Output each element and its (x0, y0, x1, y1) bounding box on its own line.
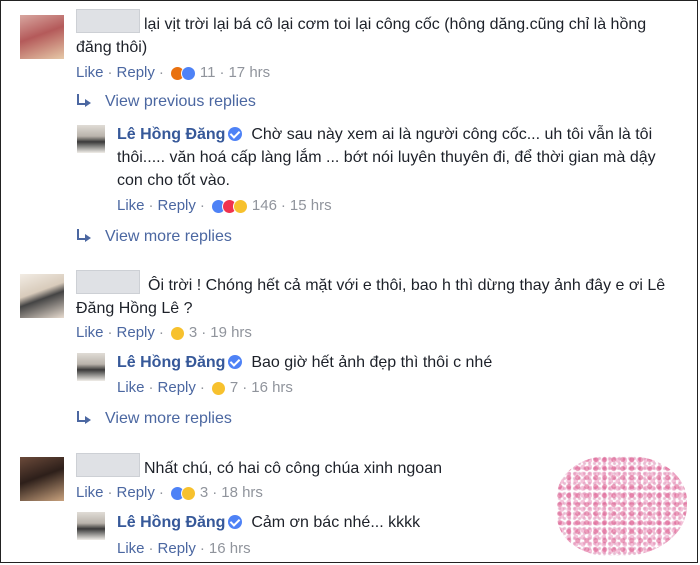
avatar[interactable] (20, 15, 64, 59)
timestamp[interactable]: 19 hrs (210, 323, 252, 343)
reply-body: Bao giờ hết ảnh đẹp thì thôi c nhé (251, 354, 493, 371)
like-link[interactable]: Like (76, 63, 104, 83)
separator: · (158, 324, 164, 341)
like-reaction-icon (180, 65, 196, 81)
separator: · (148, 540, 154, 557)
view-previous-replies[interactable]: View previous replies (73, 92, 256, 112)
reply-text: Lê Hồng Đăng Cảm ơn bác nhé... kkkk (117, 511, 547, 534)
view-more-replies-label[interactable]: View more replies (105, 228, 232, 246)
like-link[interactable]: Like (117, 378, 145, 398)
reactions[interactable] (169, 325, 185, 341)
like-link[interactable]: Like (117, 196, 145, 216)
separator: · (148, 379, 154, 396)
reply-link[interactable]: Reply (117, 63, 155, 83)
reaction-count[interactable]: 7 (230, 378, 238, 398)
separator: · (280, 197, 286, 214)
reply-link[interactable]: Reply (117, 483, 155, 503)
comment-thread: lại vịt trời lại bá cô lại cơm toi lại c… (0, 0, 698, 563)
reply-author[interactable]: Lê Hồng Đăng (117, 514, 225, 531)
reply-link[interactable]: Reply (158, 378, 196, 398)
avatar[interactable] (77, 353, 105, 381)
reply-author[interactable]: Lê Hồng Đăng (117, 354, 225, 371)
reply-actions: Like · Reply · 7 · 16 hrs (117, 378, 293, 398)
view-more-replies[interactable]: View more replies (73, 409, 232, 429)
haha-reaction-icon (169, 325, 185, 341)
view-more-replies[interactable]: View more replies (73, 227, 232, 247)
reactions[interactable] (210, 380, 226, 396)
avatar[interactable] (20, 457, 64, 501)
verified-badge-icon (228, 515, 243, 529)
reactions[interactable] (210, 198, 248, 214)
separator: · (242, 379, 248, 396)
reply-text: Lê Hồng Đăng Chờ sau này xem ai là người… (117, 123, 657, 192)
reply-link[interactable]: Reply (158, 539, 196, 559)
reply-actions: Like · Reply · 16 hrs (117, 539, 251, 559)
timestamp[interactable]: 18 hrs (221, 483, 263, 503)
timestamp[interactable]: 16 hrs (209, 539, 251, 559)
reply-link[interactable]: Reply (158, 196, 196, 216)
reactions[interactable] (169, 485, 196, 501)
avatar[interactable] (20, 274, 64, 318)
verified-badge-icon (228, 127, 243, 141)
reaction-count[interactable]: 3 (200, 483, 208, 503)
view-previous-replies-label[interactable]: View previous replies (105, 93, 256, 111)
comment-actions: Like · Reply · 3 · 18 hrs (76, 483, 263, 503)
haha-reaction-icon (180, 485, 196, 501)
reply-author[interactable]: Lê Hồng Đăng (117, 126, 225, 143)
separator: · (199, 379, 205, 396)
reply-link[interactable]: Reply (117, 323, 155, 343)
pixelated-redaction (557, 456, 687, 556)
like-link[interactable]: Like (76, 483, 104, 503)
verified-badge-icon (228, 355, 243, 369)
separator: · (199, 540, 205, 557)
separator: · (158, 64, 164, 81)
reply-arrow-icon (73, 92, 95, 112)
haha-reaction-icon (210, 380, 226, 396)
haha-reaction-icon (232, 198, 248, 214)
comment-text: Nhất chú, có hai cô công chúa xinh ngoan (144, 460, 442, 477)
separator: · (148, 197, 154, 214)
reaction-count[interactable]: 3 (189, 323, 197, 343)
separator: · (107, 64, 113, 81)
separator: · (201, 324, 207, 341)
reply-arrow-icon (73, 227, 95, 247)
separator: · (107, 484, 113, 501)
separator: · (158, 484, 164, 501)
like-link[interactable]: Like (117, 539, 145, 559)
reply-arrow-icon (73, 409, 95, 429)
reactions[interactable] (169, 65, 196, 81)
timestamp[interactable]: 16 hrs (251, 378, 293, 398)
reply-actions: Like · Reply · 146 · 15 hrs (117, 196, 332, 216)
separator: · (107, 324, 113, 341)
reaction-count[interactable]: 146 (252, 196, 277, 216)
view-more-replies-label[interactable]: View more replies (105, 410, 232, 428)
reply-text: Lê Hồng Đăng Bao giờ hết ảnh đẹp thì thô… (117, 351, 657, 374)
comment-text: Ôi trời ! Chóng hết cả mặt với e thôi, b… (76, 277, 666, 317)
avatar[interactable] (77, 125, 105, 153)
timestamp[interactable]: 15 hrs (290, 196, 332, 216)
comment-text: lại vịt trời lại bá cô lại cơm toi lại c… (76, 16, 647, 56)
separator: · (212, 484, 218, 501)
comment-actions: Like · Reply · 3 · 19 hrs (76, 323, 252, 343)
avatar[interactable] (77, 512, 105, 540)
like-link[interactable]: Like (76, 323, 104, 343)
comment-actions: Like · Reply · 11 · 17 hrs (76, 63, 270, 83)
reply-body: Cảm ơn bác nhé... kkkk (251, 514, 421, 531)
separator: · (219, 64, 225, 81)
reaction-count[interactable]: 11 (200, 63, 216, 83)
timestamp[interactable]: 17 hrs (228, 63, 270, 83)
separator: · (199, 197, 205, 214)
